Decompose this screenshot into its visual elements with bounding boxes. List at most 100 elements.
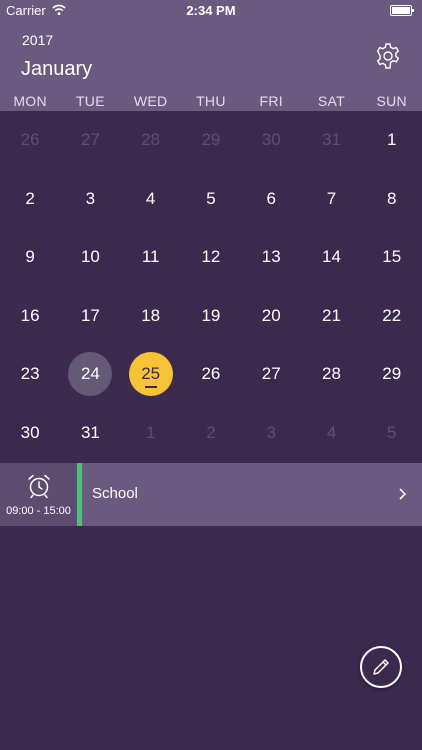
weekday-label: TUE (75, 93, 105, 109)
day-number: 12 (201, 247, 221, 267)
day-number: 17 (80, 305, 100, 325)
day-cell[interactable]: 29 (181, 111, 241, 170)
day-cell[interactable]: 28 (121, 111, 181, 170)
day-cell[interactable]: 13 (241, 228, 301, 287)
day-cell[interactable]: 19 (181, 287, 241, 346)
day-number: 15 (382, 247, 402, 267)
day-number: 10 (80, 247, 100, 267)
day-cell[interactable]: 21 (301, 287, 361, 346)
day-cell[interactable]: 6 (241, 170, 301, 229)
day-cell[interactable]: 26 (0, 111, 60, 170)
day-number: 27 (80, 130, 100, 150)
day-cell[interactable]: 5 (181, 170, 241, 229)
day-cell[interactable]: 11 (121, 228, 181, 287)
day-cell[interactable]: 23 (0, 345, 60, 404)
day-cell[interactable]: 8 (362, 170, 422, 229)
day-cell[interactable]: 30 (241, 111, 301, 170)
day-cell[interactable]: 16 (0, 287, 60, 346)
day-cell[interactable]: 2 (181, 404, 241, 463)
day-cell[interactable]: 14 (301, 228, 361, 287)
day-number: 4 (326, 422, 337, 442)
day-number: 25 (141, 364, 161, 384)
day-cell[interactable]: 27 (241, 345, 301, 404)
day-cell[interactable]: 29 (362, 345, 422, 404)
day-number: 30 (20, 422, 40, 442)
day-number: 8 (386, 188, 397, 208)
day-number: 1 (145, 422, 156, 442)
day-cell[interactable]: 4 (121, 170, 181, 229)
day-number: 19 (201, 305, 221, 325)
weekday-label: WED (133, 93, 168, 109)
day-number: 31 (322, 130, 341, 150)
day-cell[interactable]: 28 (301, 345, 361, 404)
battery-icon (390, 5, 414, 16)
status-time: 2:34 PM (186, 3, 236, 18)
day-cell[interactable]: 3 (60, 170, 120, 229)
day-cell[interactable]: 4 (301, 404, 361, 463)
day-cell[interactable]: 1 (362, 111, 422, 170)
day-number: 20 (261, 305, 281, 325)
day-cell[interactable]: 12 (181, 228, 241, 287)
day-cell[interactable]: 3 (241, 404, 301, 463)
event-title: School (92, 485, 138, 502)
day-number: 23 (20, 364, 40, 384)
day-cell[interactable]: 27 (60, 111, 120, 170)
calendar-week: 26 27 28 29 30 31 1 (0, 111, 422, 170)
day-number: 13 (261, 247, 281, 267)
day-number: 31 (80, 422, 100, 442)
day-cell[interactable]: 15 (362, 228, 422, 287)
edit-button[interactable] (360, 646, 402, 688)
event-item[interactable]: 09:00 - 15:00 School (0, 463, 422, 526)
day-cell[interactable]: 30 (0, 404, 60, 463)
calendar-week: 23 24 25 26 27 28 29 (0, 345, 422, 404)
calendar-grid: 26 27 28 29 30 31 1 2 3 4 5 6 7 8 9 10 11 12 13 14 15 16 17 18 1… (0, 111, 422, 462)
day-cell[interactable]: 20 (241, 287, 301, 346)
day-cell[interactable]: 26 (181, 345, 241, 404)
calendar-week: 16 17 18 19 20 21 22 (0, 287, 422, 346)
weekday-label: SUN (376, 93, 407, 109)
chevron-right-icon (399, 488, 407, 500)
day-number: 22 (382, 305, 402, 325)
gear-icon[interactable] (374, 42, 402, 70)
day-cell[interactable]: 31 (301, 111, 361, 170)
day-number: 30 (261, 130, 281, 150)
weekday-label: THU (196, 93, 226, 109)
pencil-icon (373, 659, 389, 675)
month-title[interactable]: January (21, 58, 92, 81)
event-color-bar (77, 463, 82, 526)
day-number: 7 (326, 188, 337, 208)
calendar-week: 30 31 1 2 3 4 5 (0, 404, 422, 463)
day-number: 24 (80, 364, 100, 384)
day-cell[interactable]: 1 (121, 404, 181, 463)
day-cell[interactable]: 7 (301, 170, 361, 229)
calendar-screen: Carrier 2:34 PM 2017 January MON TUE WED TH… (0, 0, 422, 750)
day-number: 26 (201, 364, 221, 384)
day-cell-today[interactable]: 25 (121, 345, 181, 404)
day-number: 3 (266, 422, 276, 442)
event-time: 09:00 - 15:00 (6, 505, 71, 517)
day-cell[interactable]: 9 (0, 228, 60, 287)
calendar-week: 9 10 11 12 13 14 15 (0, 228, 422, 287)
calendar-header: 2017 January MON TUE WED THU FRI SAT SUN (0, 22, 422, 111)
day-number: 14 (322, 247, 341, 267)
day-number: 9 (25, 247, 35, 267)
year-label: 2017 (22, 32, 54, 48)
day-number: 5 (386, 422, 397, 442)
day-number: 5 (206, 188, 216, 208)
day-number: 16 (20, 305, 40, 325)
day-number: 28 (322, 364, 341, 384)
day-cell[interactable]: 10 (60, 228, 120, 287)
day-number: 29 (201, 130, 221, 150)
day-cell[interactable]: 31 (60, 404, 120, 463)
day-number: 21 (322, 305, 341, 325)
day-cell[interactable]: 22 (362, 287, 422, 346)
weekday-label: SAT (317, 93, 345, 109)
day-cell[interactable]: 17 (60, 287, 120, 346)
day-cell[interactable]: 5 (362, 404, 422, 463)
calendar-week: 2 3 4 5 6 7 8 (0, 170, 422, 229)
day-cell-selected[interactable]: 24 (60, 345, 120, 404)
day-cell[interactable]: 2 (0, 170, 60, 229)
day-number: 28 (141, 130, 161, 150)
day-number: 6 (266, 188, 276, 208)
day-cell[interactable]: 18 (121, 287, 181, 346)
